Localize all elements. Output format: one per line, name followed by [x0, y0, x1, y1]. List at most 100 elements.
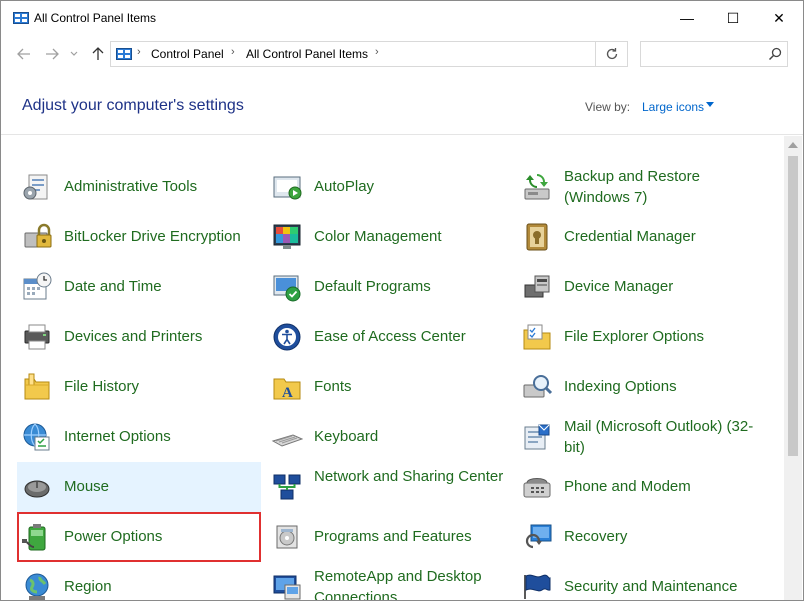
item-label: Backup and Restore (Windows 7) [564, 168, 700, 206]
credential-manager-icon [526, 223, 548, 251]
phone-modem-icon [523, 478, 551, 498]
content-header: Adjust your computer's settings View by:… [1, 73, 803, 135]
search-box[interactable] [640, 41, 788, 67]
control-panel-item-administrative-tools[interactable]: Administrative Tools [17, 162, 261, 212]
title-bar: All Control Panel Items — ☐ ✕ [1, 1, 803, 35]
control-panel-item-power-options[interactable]: Power Options [17, 512, 261, 562]
recovery-icon [525, 524, 552, 549]
control-panel-item-phone-and-modem[interactable]: Phone and Modem [517, 462, 761, 512]
arrow-left-icon [17, 48, 30, 60]
device-manager-icon [524, 275, 550, 298]
control-panel-item-programs-and-features[interactable]: Programs and Features [267, 512, 511, 562]
control-panel-item-backup-and-restore-windows-7[interactable]: Backup and Restore (Windows 7) [517, 162, 761, 212]
control-panel-item-bitlocker-drive-encryption[interactable]: BitLocker Drive Encryption [17, 212, 261, 262]
bitlocker-icon [24, 223, 52, 248]
item-label: Fonts [314, 378, 352, 395]
control-panel-item-recovery[interactable]: Recovery [517, 512, 761, 562]
control-panel-item-keyboard[interactable]: Keyboard [267, 412, 511, 462]
control-panel-item-mail-microsoft-outlook-32-bit[interactable]: Mail (Microsoft Outlook) (32-bit) [517, 412, 761, 462]
navigation-bar: › Control Panel › All Control Panel Item… [1, 37, 803, 71]
arrow-right-icon [46, 48, 59, 60]
item-label: File Explorer Options [564, 328, 705, 345]
breadcrumb-control-panel[interactable]: Control Panel [151, 47, 224, 61]
view-by-label: View by: [585, 100, 631, 114]
view-by-dropdown[interactable]: Large icons [642, 100, 704, 114]
forward-button[interactable] [41, 43, 63, 65]
control-panel-item-indexing-options[interactable]: Indexing Options [517, 362, 761, 412]
item-label: Power Options [64, 528, 163, 545]
vertical-scrollbar[interactable] [784, 136, 802, 600]
window-title: All Control Panel Items [34, 11, 157, 25]
remoteapp-icon [273, 575, 301, 600]
control-panel-item-device-manager[interactable]: Device Manager [517, 262, 761, 312]
control-panel-item-region[interactable]: Region [17, 562, 261, 600]
item-label: Mouse [64, 478, 110, 495]
item-label: AutoPlay [314, 178, 375, 195]
item-label: Date and Time [64, 278, 162, 295]
breadcrumb-separator[interactable]: › [137, 46, 141, 58]
mail-icon [524, 424, 550, 450]
item-label: Keyboard [314, 428, 379, 445]
item-label: BitLocker Drive Encryption [64, 228, 241, 245]
control-panel-icon [116, 48, 132, 60]
page-title: Adjust your computer's settings [22, 97, 244, 114]
fonts-icon: A [273, 378, 301, 401]
item-label: Region [64, 578, 112, 595]
autoplay-icon [273, 176, 302, 200]
control-panel-item-date-and-time[interactable]: Date and Time [17, 262, 261, 312]
control-panel-item-security-and-maintenance[interactable]: Security and Maintenance [517, 562, 761, 600]
control-panel-item-internet-options[interactable]: Internet Options [17, 412, 261, 462]
region-icon [25, 573, 49, 600]
minimize-button[interactable]: — [664, 1, 710, 35]
control-panel-item-mouse[interactable]: Mouse [17, 462, 261, 512]
control-panel-item-color-management[interactable]: Color Management [267, 212, 511, 262]
maximize-button[interactable]: ☐ [710, 1, 756, 35]
item-label: Indexing Options [564, 378, 677, 395]
control-panel-item-file-history[interactable]: File History [17, 362, 261, 412]
arrow-up-icon [92, 47, 104, 60]
close-button[interactable]: ✕ [756, 1, 802, 35]
control-panel-icon [13, 12, 29, 24]
ease-of-access-icon [273, 323, 301, 351]
date-time-icon [23, 272, 52, 300]
address-bar[interactable]: › Control Panel › All Control Panel Item… [110, 41, 690, 67]
caret-down-icon[interactable] [706, 102, 714, 107]
control-panel-item-network-and-sharing-center[interactable]: Network and Sharing Center [267, 462, 511, 512]
item-label: Internet Options [64, 428, 171, 445]
items-grid: Administrative Tools AutoPlay Backup and R… [1, 136, 783, 601]
breadcrumb-separator[interactable]: › [231, 46, 235, 58]
control-panel-item-file-explorer-options[interactable]: File Explorer Options [517, 312, 761, 362]
item-label: RemoteApp and Desktop Connections [314, 568, 482, 601]
search-input[interactable] [645, 45, 763, 63]
control-panel-item-autoplay[interactable]: AutoPlay [267, 162, 511, 212]
control-panel-item-default-programs[interactable]: Default Programs [267, 262, 511, 312]
control-panel-item-credential-manager[interactable]: Credential Manager [517, 212, 761, 262]
file-explorer-options-icon [523, 324, 551, 350]
breadcrumb-all-items[interactable]: All Control Panel Items [246, 47, 368, 61]
security-maintenance-icon [524, 574, 551, 599]
recent-locations-button[interactable] [67, 43, 81, 65]
programs-features-icon [276, 525, 298, 549]
item-label: Credential Manager [564, 228, 696, 245]
control-panel-item-fonts[interactable]: A Fonts [267, 362, 511, 412]
power-options-icon [22, 524, 46, 551]
devices-printers-icon [24, 324, 50, 350]
mouse-icon [24, 480, 50, 498]
item-label: Phone and Modem [564, 478, 691, 495]
scrollbar-thumb[interactable] [788, 156, 798, 456]
back-button[interactable] [13, 43, 35, 65]
control-panel-item-ease-of-access-center[interactable]: Ease of Access Center [267, 312, 511, 362]
up-button[interactable] [87, 43, 109, 65]
refresh-button[interactable] [596, 41, 628, 67]
control-panel-item-devices-and-printers[interactable]: Devices and Printers [17, 312, 261, 362]
scroll-up-arrow[interactable] [788, 142, 798, 148]
network-sharing-icon [273, 474, 301, 500]
svg-text:A: A [282, 385, 293, 401]
control-panel-item-remoteapp-and-desktop-connections[interactable]: RemoteApp and Desktop Connections [267, 562, 511, 601]
color-management-icon [273, 224, 301, 249]
indexing-options-icon [523, 375, 553, 398]
internet-options-icon [23, 423, 50, 451]
search-icon[interactable] [767, 46, 783, 62]
keyboard-icon [271, 434, 303, 447]
breadcrumb-separator[interactable]: › [375, 46, 379, 58]
